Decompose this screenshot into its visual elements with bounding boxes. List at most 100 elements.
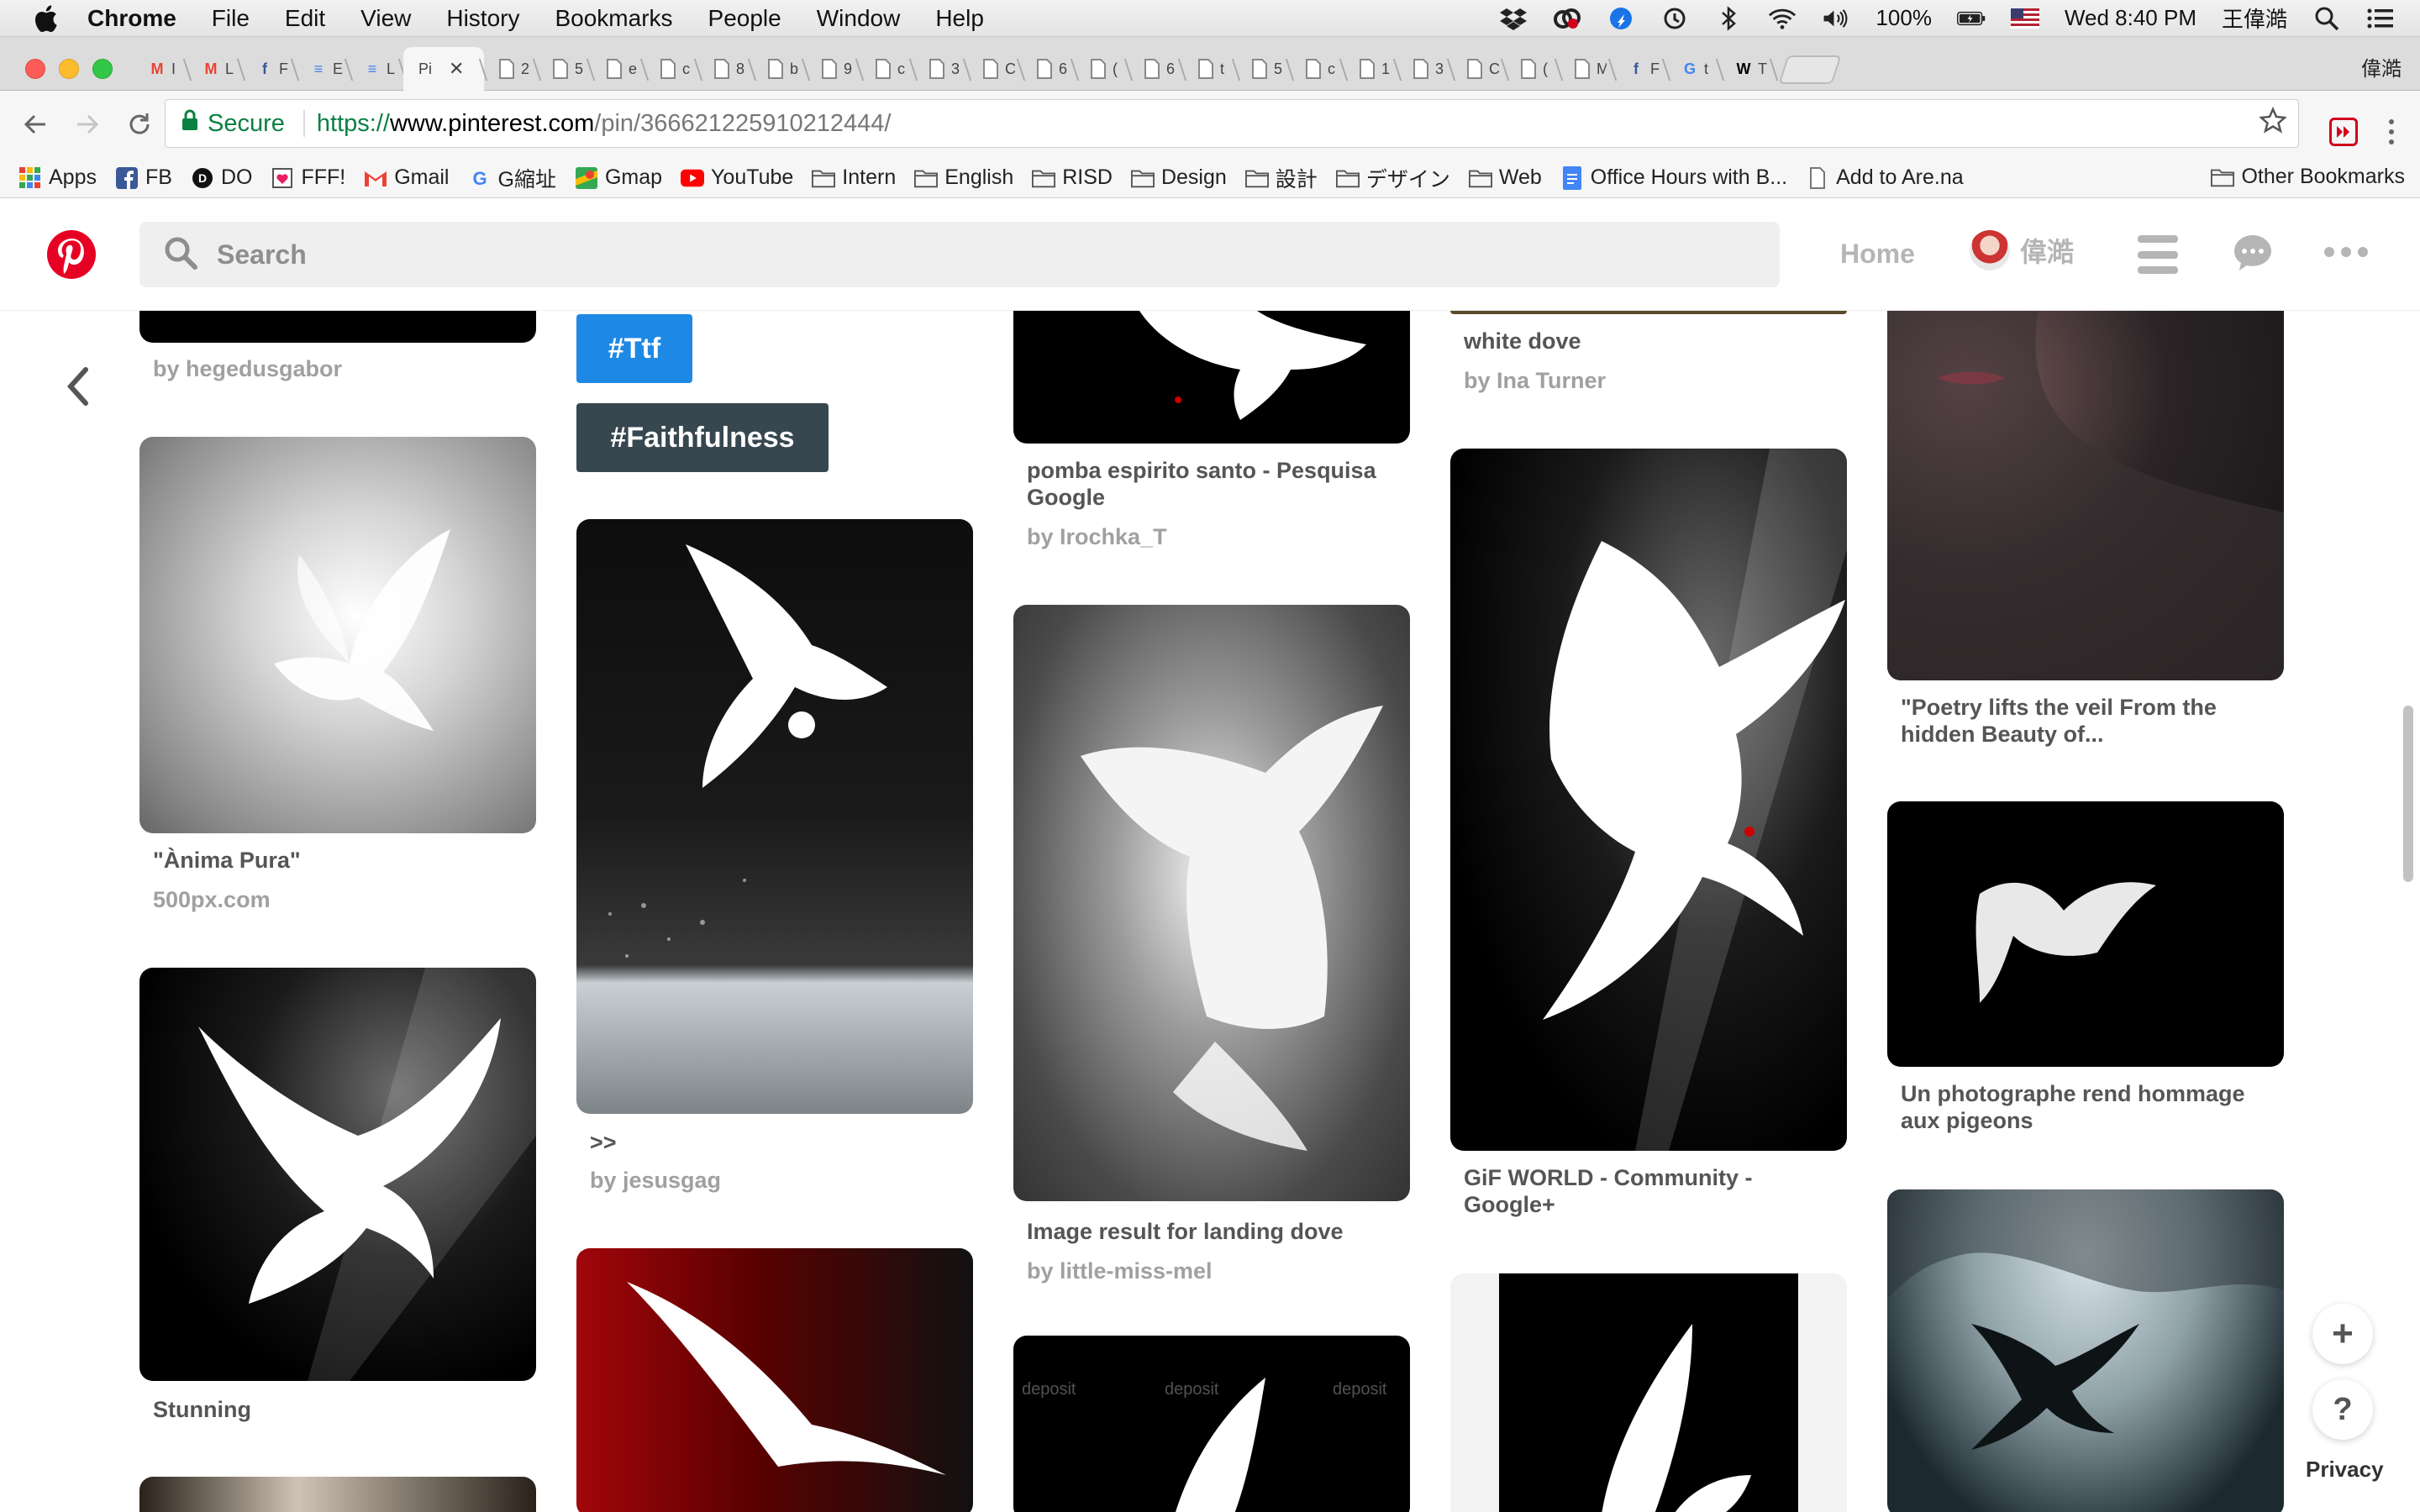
bookmark-item[interactable]: デザイン (1335, 163, 1450, 193)
bookmark-item[interactable]: D DO (191, 165, 252, 190)
pin-image[interactable] (1887, 801, 2284, 1067)
pin-card-gif-world[interactable]: GiF WORLD - Community - Google+ (1450, 449, 1847, 1221)
pin-title[interactable]: Un photographe rend hommage aux pigeons (1901, 1080, 2270, 1134)
reload-button[interactable] (123, 108, 156, 141)
bookmark-item[interactable]: Web (1468, 165, 1542, 190)
tab-item[interactable]: ML (188, 47, 242, 91)
bookmark-item[interactable]: FFF! (271, 165, 345, 190)
tag-faithfulness[interactable]: #Faithfulness (576, 403, 829, 472)
bookmark-item[interactable]: Gmap (575, 165, 662, 190)
pin-image[interactable] (1013, 311, 1410, 444)
pin-image[interactable] (1450, 1273, 1847, 1512)
pin-source[interactable]: 500px.com (153, 887, 271, 913)
tag-ttf[interactable]: #Ttf (576, 314, 692, 383)
spotlight-icon[interactable] (2312, 6, 2341, 31)
pin-source[interactable]: by hegedusgabor (153, 356, 342, 382)
pin-card-white-dove[interactable]: white dove by Ina Turner (1450, 311, 1847, 403)
close-window-button[interactable] (25, 59, 45, 79)
pin-image[interactable] (1887, 311, 2284, 680)
pin-card-bottom-dove[interactable] (1450, 1273, 1847, 1512)
tab-item[interactable]: WT (1721, 47, 1775, 91)
pin-card-stunning[interactable]: Stunning (139, 968, 536, 1438)
pin-title[interactable]: Image result for landing dove (1027, 1218, 1344, 1245)
pin-source[interactable]: by little-miss-mel (1027, 1258, 1213, 1284)
tab-item[interactable]: 9 (807, 47, 860, 91)
bookmark-item[interactable]: FB (115, 165, 172, 190)
tab-item[interactable]: b (753, 47, 807, 91)
pin-card-photographe[interactable]: Un photographe rend hommage aux pigeons (1887, 801, 2284, 1154)
other-bookmarks[interactable]: Other Bookmarks (2211, 165, 2405, 189)
search-bar[interactable] (139, 222, 1780, 287)
tab-item[interactable]: ( (1076, 47, 1129, 91)
pin-card-pomba[interactable]: pomba espirito santo - Pesquisa Google b… (1013, 311, 1410, 563)
bluetooth-icon[interactable] (1714, 5, 1743, 31)
pin-image[interactable] (139, 1477, 536, 1512)
search-input[interactable] (217, 239, 1645, 270)
tab-item[interactable]: e (592, 47, 645, 91)
bookmark-item[interactable]: Office Hours with B... (1560, 165, 1787, 190)
extension-icon[interactable] (2329, 118, 2358, 146)
menu-edit[interactable]: Edit (285, 5, 325, 32)
pin-image[interactable] (139, 968, 536, 1381)
tab-item[interactable]: 8 (699, 47, 753, 91)
tab-item[interactable]: t (1183, 47, 1237, 91)
tab-close-icon[interactable]: ✕ (449, 58, 464, 80)
pin-image[interactable] (1450, 449, 1847, 1151)
new-tab-button[interactable] (1778, 55, 1842, 84)
pin-title[interactable]: pomba espirito santo - Pesquisa Google (1027, 457, 1397, 511)
tab-item[interactable]: 5 (1237, 47, 1291, 91)
lock-icon[interactable] (181, 108, 199, 139)
home-link[interactable]: Home (1840, 239, 1915, 270)
pin-card-red-dove[interactable] (576, 1248, 973, 1512)
bookmark-star-icon[interactable] (2258, 106, 2288, 140)
menu-history[interactable]: History (446, 5, 519, 32)
pin-image[interactable] (1013, 605, 1410, 1201)
minimize-window-button[interactable] (59, 59, 79, 79)
bookmark-item[interactable]: 設計 (1244, 163, 1318, 193)
tab-item[interactable]: 3 (914, 47, 968, 91)
bookmark-item[interactable]: RISD (1032, 165, 1113, 190)
bookmark-item[interactable]: Intern (812, 165, 896, 190)
pin-card-landing-dove[interactable]: Image result for landing dove by little-… (1013, 605, 1410, 1284)
pin-card-hegedusgabor[interactable]: by hegedusgabor (139, 311, 536, 395)
add-pin-button[interactable]: + (2312, 1304, 2373, 1364)
back-button[interactable] (18, 108, 52, 141)
pin-card-poetry[interactable]: "Poetry lifts the veil From the hidden B… (1887, 311, 2284, 764)
menu-file[interactable]: File (212, 5, 250, 32)
pin-card-jesusgag[interactable]: >> by jesusgag (576, 519, 973, 1194)
pin-image[interactable]: deposit deposit deposit (1013, 1336, 1410, 1512)
pin-card-sky-bird[interactable] (1887, 1189, 2284, 1512)
tab-item[interactable]: 1 (1344, 47, 1398, 91)
pin-title[interactable]: Stunning (153, 1396, 251, 1423)
pin-title[interactable]: "Poetry lifts the veil From the hidden B… (1901, 694, 2270, 748)
tab-item[interactable]: 5 (538, 47, 592, 91)
scrollbar-thumb[interactable] (2403, 706, 2413, 882)
apple-icon[interactable] (30, 3, 60, 34)
help-button[interactable]: ? (2312, 1379, 2373, 1440)
menu-help[interactable]: Help (935, 5, 984, 32)
tab-item[interactable]: 3 (1398, 47, 1452, 91)
tab-item[interactable]: 2 (484, 47, 538, 91)
tab-item[interactable]: ≡ L (350, 47, 403, 91)
volume-icon[interactable] (1822, 6, 1850, 31)
pinterest-logo-icon[interactable] (47, 230, 96, 279)
bookmark-item[interactable]: English (914, 165, 1013, 190)
tab-item[interactable]: 6 (1022, 47, 1076, 91)
pin-image[interactable] (576, 1248, 973, 1512)
tab-item[interactable]: C (968, 47, 1022, 91)
tab-item[interactable]: MI (134, 47, 188, 91)
menu-window[interactable]: Window (817, 5, 901, 32)
tab-item[interactable]: fF (1613, 47, 1667, 91)
pin-source[interactable]: by Irochka_T (1027, 524, 1167, 550)
pin-source[interactable]: by jesusgag (590, 1168, 721, 1194)
pin-card-depositphotos[interactable]: deposit deposit deposit (1013, 1336, 1410, 1512)
menu-bookmarks[interactable]: Bookmarks (555, 5, 672, 32)
pin-title[interactable]: GiF WORLD - Community - Google+ (1464, 1164, 1833, 1218)
tab-item[interactable]: ( (1506, 47, 1560, 91)
battery-icon[interactable] (1956, 6, 1986, 31)
pin-title[interactable]: "Ànima Pura" (153, 847, 301, 874)
user-name[interactable]: 王偉澔 (2222, 3, 2287, 34)
notification-center-icon[interactable] (2366, 6, 2395, 31)
bookmark-item[interactable]: YouTube (681, 165, 793, 190)
creative-cloud-icon[interactable] (1553, 6, 1581, 31)
